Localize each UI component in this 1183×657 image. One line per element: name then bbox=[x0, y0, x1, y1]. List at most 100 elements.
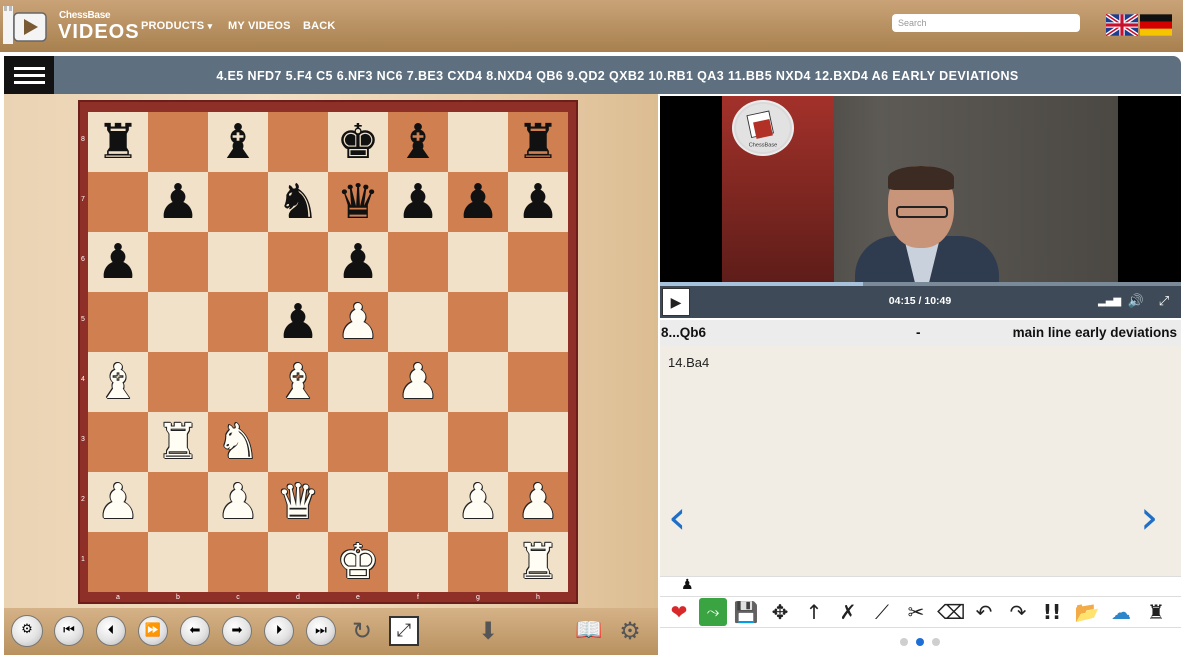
square-e4[interactable] bbox=[328, 352, 388, 412]
last-move-button[interactable]: ⏭ bbox=[306, 616, 336, 646]
square-d8[interactable] bbox=[268, 112, 328, 172]
folder-icon[interactable]: 📂 bbox=[1073, 598, 1101, 626]
square-c5[interactable] bbox=[208, 292, 268, 352]
white-king-e1[interactable]: ♚ bbox=[328, 532, 388, 592]
search-input[interactable] bbox=[892, 14, 1080, 32]
uk-flag-icon[interactable] bbox=[1106, 14, 1138, 36]
move-text[interactable]: 14.Ba4 bbox=[668, 355, 709, 370]
square-f5[interactable] bbox=[388, 292, 448, 352]
white-knight-c3[interactable]: ♞ bbox=[208, 412, 268, 472]
book-icon[interactable]: 📖 bbox=[573, 614, 605, 648]
white-rook-b3[interactable]: ♜ bbox=[148, 412, 208, 472]
square-g6[interactable] bbox=[448, 232, 508, 292]
white-bishop-d4[interactable]: ♝ bbox=[268, 352, 328, 412]
square-f1[interactable] bbox=[388, 532, 448, 592]
cloud-icon[interactable]: ☁ bbox=[1107, 598, 1135, 626]
forward-button[interactable]: ➡ bbox=[222, 616, 252, 646]
square-a5[interactable] bbox=[88, 292, 148, 352]
black-bishop-c8[interactable]: ♝ bbox=[208, 112, 268, 172]
flip-board-icon[interactable]: ↻ bbox=[346, 614, 378, 648]
white-pawn-f4[interactable]: ♟ bbox=[388, 352, 448, 412]
white-pawn-g2[interactable]: ♟ bbox=[448, 472, 508, 532]
black-pawn-d5[interactable]: ♟ bbox=[268, 292, 328, 352]
black-queen-e7[interactable]: ♛ bbox=[328, 172, 388, 232]
back-button[interactable]: ⬅ bbox=[180, 616, 210, 646]
quality-icon[interactable]: ▂▄▆ bbox=[1098, 292, 1121, 312]
square-d3[interactable] bbox=[268, 412, 328, 472]
square-b1[interactable] bbox=[148, 532, 208, 592]
square-e2[interactable] bbox=[328, 472, 388, 532]
black-pawn-a6[interactable]: ♟ bbox=[88, 232, 148, 292]
black-rook-h8[interactable]: ♜ bbox=[508, 112, 568, 172]
white-rook-h1[interactable]: ♜ bbox=[508, 532, 568, 592]
chessbase-logo-icon[interactable] bbox=[3, 6, 47, 44]
logo-title[interactable]: VIDEOS bbox=[58, 21, 140, 44]
black-bishop-f8[interactable]: ♝ bbox=[388, 112, 448, 172]
first-move-button[interactable]: ⏮ bbox=[54, 616, 84, 646]
annotation-icon[interactable]: !! bbox=[1038, 598, 1066, 626]
delete-variation-icon[interactable]: ✗ bbox=[834, 598, 862, 626]
square-b4[interactable] bbox=[148, 352, 208, 412]
square-b5[interactable] bbox=[148, 292, 208, 352]
square-g1[interactable] bbox=[448, 532, 508, 592]
menu-icon[interactable] bbox=[4, 56, 54, 94]
square-h3[interactable] bbox=[508, 412, 568, 472]
heart-icon[interactable]: ❤ bbox=[665, 598, 693, 626]
square-f2[interactable] bbox=[388, 472, 448, 532]
black-king-e8[interactable]: ♚ bbox=[328, 112, 388, 172]
carousel-dot[interactable] bbox=[900, 638, 908, 646]
next-move-button[interactable]: ⏵ bbox=[264, 616, 294, 646]
settings-gear-icon[interactable]: ⚙ bbox=[614, 614, 646, 648]
white-pawn-e5[interactable]: ♟ bbox=[328, 292, 388, 352]
next-page-arrow-icon[interactable]: › bbox=[1140, 494, 1158, 540]
black-pawn-g7[interactable]: ♟ bbox=[448, 172, 508, 232]
download-icon[interactable]: ⬇ bbox=[472, 614, 504, 648]
square-d1[interactable] bbox=[268, 532, 328, 592]
square-c1[interactable] bbox=[208, 532, 268, 592]
black-pawn-e6[interactable]: ♟ bbox=[328, 232, 388, 292]
square-g4[interactable] bbox=[448, 352, 508, 412]
engine-icon[interactable]: ⚙ bbox=[11, 615, 43, 647]
square-b8[interactable] bbox=[148, 112, 208, 172]
white-pawn-h2[interactable]: ♟ bbox=[508, 472, 568, 532]
square-h5[interactable] bbox=[508, 292, 568, 352]
undo-icon[interactable]: ↶ bbox=[970, 598, 998, 626]
white-pawn-a2[interactable]: ♟ bbox=[88, 472, 148, 532]
white-pawn-c2[interactable]: ♟ bbox=[208, 472, 268, 532]
square-f3[interactable] bbox=[388, 412, 448, 472]
autoplay-button[interactable]: ⏩ bbox=[138, 616, 168, 646]
black-knight-d7[interactable]: ♞ bbox=[268, 172, 328, 232]
square-c7[interactable] bbox=[208, 172, 268, 232]
save-icon[interactable]: 💾 bbox=[732, 598, 760, 626]
expand-icon[interactable]: ⤢ bbox=[1154, 292, 1174, 312]
square-h4[interactable] bbox=[508, 352, 568, 412]
nav-my-videos[interactable]: MY VIDEOS bbox=[228, 20, 291, 32]
black-pawn-h7[interactable]: ♟ bbox=[508, 172, 568, 232]
white-queen-d2[interactable]: ♛ bbox=[268, 472, 328, 532]
square-b2[interactable] bbox=[148, 472, 208, 532]
square-g5[interactable] bbox=[448, 292, 508, 352]
eraser-icon[interactable]: ⌫ bbox=[937, 598, 965, 626]
prev-page-arrow-icon[interactable]: ‹ bbox=[668, 494, 686, 540]
square-a7[interactable] bbox=[88, 172, 148, 232]
square-c4[interactable] bbox=[208, 352, 268, 412]
chess-board[interactable]: ♜ ♝ ♚ ♝ ♜ ♟ ♞ ♛ ♟ ♟ ♟ ♟ ♟ ♟ ♟ ♝ ♝ ♟ ♜ ♞ ♟ ♟ ♛ ♟ ♟ ♚ ♜ bbox=[86, 110, 570, 594]
black-pawn-f7[interactable]: ♟ bbox=[388, 172, 448, 232]
play-button[interactable]: ▶ bbox=[662, 288, 690, 316]
cut-icon[interactable]: ✂ bbox=[902, 598, 930, 626]
carousel-dot[interactable] bbox=[916, 638, 924, 646]
square-e3[interactable] bbox=[328, 412, 388, 472]
engine-profile-icon[interactable]: ♜ bbox=[1142, 598, 1170, 626]
previous-move-button[interactable]: ⏴ bbox=[96, 616, 126, 646]
carousel-dot[interactable] bbox=[932, 638, 940, 646]
german-flag-icon[interactable] bbox=[1140, 14, 1172, 36]
fullscreen-icon[interactable]: ⤢ bbox=[389, 616, 419, 646]
up-arrow-icon[interactable]: ↑ bbox=[800, 598, 828, 626]
redo-icon[interactable]: ↷ bbox=[1004, 598, 1032, 626]
square-f6[interactable] bbox=[388, 232, 448, 292]
square-g8[interactable] bbox=[448, 112, 508, 172]
knife-icon[interactable]: ⟋ bbox=[868, 598, 896, 626]
black-pawn-b7[interactable]: ♟ bbox=[148, 172, 208, 232]
square-a1[interactable] bbox=[88, 532, 148, 592]
square-a3[interactable] bbox=[88, 412, 148, 472]
